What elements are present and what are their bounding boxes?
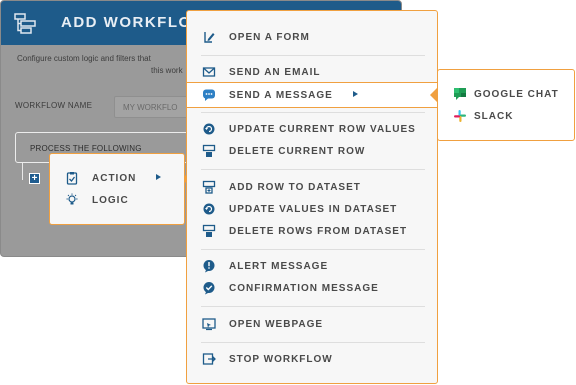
- message-submenu: GOOGLE CHAT SLACK: [437, 69, 575, 141]
- divider: [201, 112, 425, 113]
- menu-item-open-webpage-label: OPEN WEBPAGE: [229, 318, 324, 330]
- menu-item-send-message-label: SEND A MESSAGE: [229, 89, 333, 101]
- step-type-menu: ACTION LOGIC: [49, 153, 185, 225]
- menu-item-send-email[interactable]: SEND AN EMAIL: [187, 62, 437, 82]
- confirm-icon: [203, 282, 215, 295]
- form-edit-icon: [204, 32, 215, 43]
- refresh-database-icon: [203, 203, 215, 215]
- chevron-right-icon: [156, 174, 161, 180]
- menu-item-alert-message-label: ALERT MESSAGE: [229, 260, 329, 272]
- email-icon: [202, 67, 216, 77]
- menu-item-slack[interactable]: SLACK: [438, 106, 574, 126]
- menu-item-delete-current-row[interactable]: DELETE CURRENT ROW: [187, 141, 437, 161]
- stop-icon: [202, 353, 216, 365]
- tree-connector: [22, 163, 23, 180]
- dialog-title: ADD WORKFLO: [61, 14, 192, 31]
- menu-item-open-form-label: OPEN A FORM: [229, 31, 310, 43]
- submenu-caret: [430, 88, 437, 102]
- menu-item-update-current-row[interactable]: UPDATE CURRENT ROW VALUES: [187, 119, 437, 139]
- menu-item-update-dataset[interactable]: UPDATE VALUES IN DATASET: [187, 199, 437, 219]
- alert-icon: [203, 260, 215, 273]
- menu-item-update-current-row-label: UPDATE CURRENT ROW VALUES: [229, 123, 416, 135]
- menu-item-action-label: ACTION: [92, 172, 137, 184]
- menu-item-google-chat-label: GOOGLE CHAT: [474, 88, 559, 100]
- menu-item-send-email-label: SEND AN EMAIL: [229, 66, 321, 78]
- clipboard-check-icon: [66, 172, 78, 185]
- divider: [201, 306, 425, 307]
- menu-item-google-chat[interactable]: GOOGLE CHAT: [438, 84, 574, 104]
- menu-item-send-message[interactable]: SEND A MESSAGE: [187, 85, 437, 105]
- chat-bubble-icon: [203, 89, 215, 101]
- menu-item-delete-rows[interactable]: DELETE ROWS FROM DATASET: [187, 221, 437, 241]
- menu-item-add-row[interactable]: ADD ROW TO DATASET: [187, 177, 437, 197]
- menu-item-stop-workflow-label: STOP WORKFLOW: [229, 353, 333, 365]
- webpage-icon: [202, 318, 216, 331]
- google-chat-icon: [454, 88, 466, 100]
- menu-item-logic[interactable]: LOGIC: [50, 190, 184, 210]
- menu-item-delete-current-row-label: DELETE CURRENT ROW: [229, 145, 366, 157]
- menu-item-action[interactable]: ACTION: [50, 168, 184, 188]
- add-step-button[interactable]: +: [29, 173, 40, 184]
- menu-item-delete-rows-label: DELETE ROWS FROM DATASET: [229, 225, 408, 237]
- lightbulb-icon: [66, 193, 78, 205]
- menu-item-alert-message[interactable]: ALERT MESSAGE: [187, 256, 437, 276]
- divider: [201, 55, 425, 56]
- process-label: PROCESS THE FOLLOWING: [30, 144, 142, 153]
- dialog-description-line1: Configure custom logic and filters that: [17, 54, 151, 63]
- workflow-icon: [14, 13, 36, 34]
- slack-icon: [454, 110, 466, 122]
- action-menu: OPEN A FORM SEND AN EMAIL SEND A MESSAGE…: [186, 10, 438, 384]
- menu-item-update-dataset-label: UPDATE VALUES IN DATASET: [229, 203, 398, 215]
- menu-item-open-webpage[interactable]: OPEN WEBPAGE: [187, 314, 437, 334]
- delete-rows-icon: [202, 224, 216, 237]
- chevron-right-icon: [353, 91, 358, 97]
- menu-item-logic-label: LOGIC: [92, 194, 129, 206]
- refresh-database-icon: [203, 123, 215, 135]
- workflow-name-label: WORKFLOW NAME: [15, 101, 93, 110]
- dialog-description-line2: this work: [151, 66, 183, 75]
- divider: [201, 169, 425, 170]
- menu-item-add-row-label: ADD ROW TO DATASET: [229, 181, 361, 193]
- add-row-icon: [202, 180, 216, 194]
- delete-row-icon: [202, 144, 216, 157]
- menu-item-confirmation-message[interactable]: CONFIRMATION MESSAGE: [187, 278, 437, 298]
- divider: [201, 342, 425, 343]
- menu-item-slack-label: SLACK: [474, 110, 514, 122]
- menu-item-confirmation-message-label: CONFIRMATION MESSAGE: [229, 282, 379, 294]
- divider: [201, 249, 425, 250]
- menu-item-open-form[interactable]: OPEN A FORM: [187, 27, 437, 47]
- menu-item-stop-workflow[interactable]: STOP WORKFLOW: [187, 349, 437, 369]
